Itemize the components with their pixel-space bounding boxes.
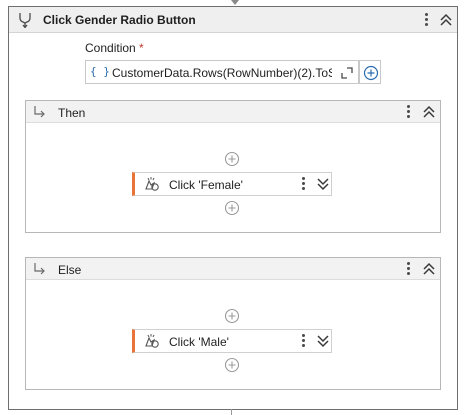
double-chevron-down-icon[interactable] (316, 333, 330, 349)
branch-arrow-icon (32, 262, 48, 276)
then-branch-title: Then (58, 106, 86, 120)
more-vertical-icon[interactable] (297, 176, 309, 192)
else-branch[interactable]: Else Click 'Male' (25, 257, 441, 390)
condition-add-button[interactable] (359, 60, 381, 84)
if-activity-header[interactable]: Click Gender Radio Button (9, 7, 457, 33)
workflow-canvas: Click Gender Radio Button Condition * { … (0, 0, 473, 415)
add-activity-below-icon[interactable] (224, 200, 240, 216)
condition-label: Condition * (85, 41, 144, 55)
if-activity-title: Click Gender Radio Button (43, 13, 196, 27)
double-chevron-down-icon[interactable] (316, 176, 330, 192)
add-activity-below-icon[interactable] (224, 357, 240, 373)
then-branch-header[interactable]: Then (26, 101, 440, 123)
add-activity-above-icon[interactable] (224, 151, 240, 167)
activity-label: Click 'Male' (169, 335, 229, 349)
if-branch-icon (17, 12, 33, 29)
double-chevron-up-icon[interactable] (439, 12, 453, 28)
else-branch-header[interactable]: Else (26, 258, 440, 280)
click-male-activity[interactable]: Click 'Male' (132, 329, 332, 353)
click-female-activity[interactable]: Click 'Female' (132, 172, 332, 196)
condition-label-text: Condition (85, 41, 136, 55)
bottom-connector-line (231, 409, 232, 415)
double-chevron-up-icon[interactable] (422, 104, 436, 120)
click-icon (142, 333, 160, 349)
required-marker: * (139, 41, 144, 55)
plus-circle-icon (363, 65, 379, 81)
branch-arrow-icon (32, 105, 48, 119)
else-branch-title: Else (58, 263, 82, 277)
double-chevron-up-icon[interactable] (422, 261, 436, 277)
expression-brace-icon: { } (90, 65, 110, 78)
condition-input[interactable]: { } CustomerData.Rows(RowNumber)(2).ToSt (85, 60, 359, 84)
activity-label: Click 'Female' (169, 178, 243, 192)
more-vertical-icon[interactable] (402, 104, 414, 120)
more-vertical-icon[interactable] (402, 261, 414, 277)
click-icon (142, 176, 160, 192)
add-activity-above-icon[interactable] (224, 308, 240, 324)
top-connector-arrow (231, 0, 239, 5)
condition-expression[interactable]: CustomerData.Rows(RowNumber)(2).ToSt (112, 66, 332, 80)
then-branch[interactable]: Then Click 'Female' (25, 100, 441, 233)
more-vertical-icon[interactable] (297, 333, 309, 349)
expand-editor-icon[interactable] (340, 66, 354, 80)
if-activity-card[interactable]: Click Gender Radio Button Condition * { … (8, 6, 458, 410)
more-vertical-icon[interactable] (420, 12, 432, 28)
